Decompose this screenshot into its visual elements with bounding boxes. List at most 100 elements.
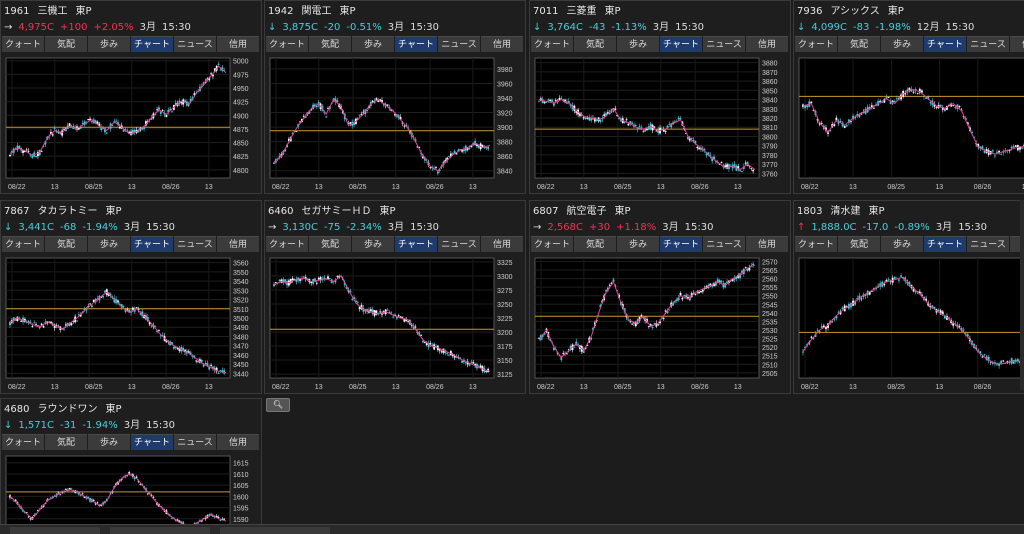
stock-code[interactable]: 1803: [797, 206, 822, 217]
x-tick-label: 08/26: [691, 184, 709, 191]
candle-body: [994, 155, 996, 157]
tab-quote[interactable]: クォート: [2, 236, 44, 252]
tab-margin[interactable]: 信用: [481, 236, 523, 252]
search-button[interactable]: 🔍︎: [266, 398, 290, 412]
tab-ticks[interactable]: 歩み: [881, 236, 923, 252]
tab-chart[interactable]: チャート: [131, 36, 173, 52]
last-price: 3,130C: [282, 222, 319, 233]
tab-news[interactable]: ニュース: [967, 36, 1009, 52]
price-chart[interactable]: 4800 4825 4850 4875 4900 4925 4950 4975 5000 08/2…: [2, 54, 260, 192]
tab-ticks[interactable]: 歩み: [881, 36, 923, 52]
tab-news[interactable]: ニュース: [174, 236, 216, 252]
tab-order-book[interactable]: 気配: [309, 236, 351, 252]
tab-quote[interactable]: クォート: [795, 36, 837, 52]
tab-ticks[interactable]: 歩み: [352, 36, 394, 52]
tab-margin[interactable]: 信用: [746, 236, 788, 252]
price-chart[interactable]: 2505 25102515 25202525 2530 25352540 25452550…: [531, 254, 789, 392]
tab-order-book[interactable]: 気配: [309, 36, 351, 52]
candle-body: [744, 267, 747, 268]
stock-code[interactable]: 7011: [533, 6, 558, 17]
stock-code[interactable]: 1942: [268, 6, 293, 17]
tab-chart[interactable]: チャート: [395, 236, 437, 252]
tab-ticks[interactable]: 歩み: [617, 236, 659, 252]
price-change-pct: -1.94%: [82, 222, 118, 233]
tab-chart[interactable]: チャート: [131, 236, 173, 252]
tab-news[interactable]: ニュース: [703, 36, 745, 52]
tab-ticks[interactable]: 歩み: [88, 36, 130, 52]
candle-body: [436, 171, 439, 174]
price-chart[interactable]: 3125 3150 3175 3200 3225 3250 3275 3300 3325 08/2…: [266, 254, 524, 392]
tab-ticks[interactable]: 歩み: [617, 36, 659, 52]
tab-order-book[interactable]: 気配: [45, 434, 87, 450]
x-tick-label: 08/26: [426, 384, 444, 391]
stock-code[interactable]: 6807: [533, 206, 558, 217]
tab-quote[interactable]: クォート: [266, 36, 308, 52]
quote-time: 15:30: [684, 222, 714, 233]
candle-body: [31, 326, 34, 328]
tab-chart[interactable]: チャート: [924, 236, 966, 252]
stock-code[interactable]: 4680: [4, 404, 29, 415]
price-chart[interactable]: 08/221308/251308/2613: [795, 54, 1024, 192]
tab-margin[interactable]: 信用: [217, 236, 259, 252]
y-tick-label: 3840: [762, 98, 778, 105]
stock-code[interactable]: 7867: [4, 206, 29, 217]
price-chart[interactable]: 3840 3860 3880 3900 3920 3940 3960 3980 08/22 13 0…: [266, 54, 524, 192]
tab-margin[interactable]: 信用: [746, 36, 788, 52]
tab-quote[interactable]: クォート: [795, 236, 837, 252]
stock-code[interactable]: 6460: [268, 206, 293, 217]
y-tick-label: 2570: [762, 259, 778, 266]
price-chart[interactable]: 3440 3450 3460 3470 3480 3490 3500 3510 3520 3530…: [2, 254, 260, 392]
tab-chart[interactable]: チャート: [660, 236, 702, 252]
right-edge-scrollbar[interactable]: [1020, 200, 1024, 390]
candle-body: [664, 131, 667, 132]
tab-margin[interactable]: 信用: [217, 434, 259, 450]
candle-body: [401, 316, 404, 318]
tab-quote[interactable]: クォート: [531, 36, 573, 52]
tab-quote[interactable]: クォート: [531, 236, 573, 252]
candle-body: [302, 115, 305, 117]
tab-news[interactable]: ニュース: [174, 434, 216, 450]
candle-body: [1000, 154, 1003, 155]
tab-news[interactable]: ニュース: [967, 236, 1009, 252]
candle-body: [981, 356, 984, 358]
tab-quote[interactable]: クォート: [2, 434, 44, 450]
candle-body: [720, 162, 723, 164]
tab-ticks[interactable]: 歩み: [352, 236, 394, 252]
tab-margin[interactable]: 信用: [217, 36, 259, 52]
tab-news[interactable]: ニュース: [174, 36, 216, 52]
price-chart[interactable]: 3760 3770 3780 3790 3800 3810 3820 3830 3840 3850…: [531, 54, 789, 192]
price-row: → 2,568C +30 +1.18% 3月 15:30: [533, 221, 719, 234]
tab-order-book[interactable]: 気配: [574, 236, 616, 252]
candle-body: [448, 156, 450, 157]
tab-order-book[interactable]: 気配: [45, 236, 87, 252]
tab-quote[interactable]: クォート: [266, 236, 308, 252]
tab-news[interactable]: ニュース: [438, 36, 480, 52]
tab-chart[interactable]: チャート: [660, 36, 702, 52]
stock-code[interactable]: 7936: [797, 6, 822, 17]
price-chart[interactable]: 08/221308/251308/2613: [795, 254, 1024, 392]
last-price: 3,441C: [18, 222, 55, 233]
tab-news[interactable]: ニュース: [703, 236, 745, 252]
stock-code[interactable]: 1961: [4, 6, 29, 17]
tab-order-book[interactable]: 気配: [838, 236, 880, 252]
tab-chart[interactable]: チャート: [924, 36, 966, 52]
tab-ticks[interactable]: 歩み: [88, 434, 130, 450]
tab-order-book[interactable]: 気配: [838, 36, 880, 52]
tab-chart[interactable]: チャート: [131, 434, 173, 450]
tab-margin[interactable]: 信用: [481, 36, 523, 52]
y-tick-label: 3325: [497, 260, 513, 267]
tab-news[interactable]: ニュース: [438, 236, 480, 252]
tab-ticks[interactable]: 歩み: [88, 236, 130, 252]
candle-body: [651, 327, 654, 329]
price-change: +30: [589, 222, 611, 233]
tab-margin[interactable]: 信用: [1010, 36, 1024, 52]
tab-order-book[interactable]: 気配: [45, 36, 87, 52]
tab-chart[interactable]: チャート: [395, 36, 437, 52]
y-tick-label: 3440: [233, 371, 249, 378]
candle-body: [1010, 146, 1013, 149]
candle-body: [647, 326, 650, 327]
price-chart[interactable]: 1590 1595 1600 1605 1610 1615: [2, 452, 260, 532]
tab-order-book[interactable]: 気配: [574, 36, 616, 52]
price-row: → 4,975C +100 +2.05% 3月 15:30: [4, 21, 197, 34]
tab-quote[interactable]: クォート: [2, 36, 44, 52]
